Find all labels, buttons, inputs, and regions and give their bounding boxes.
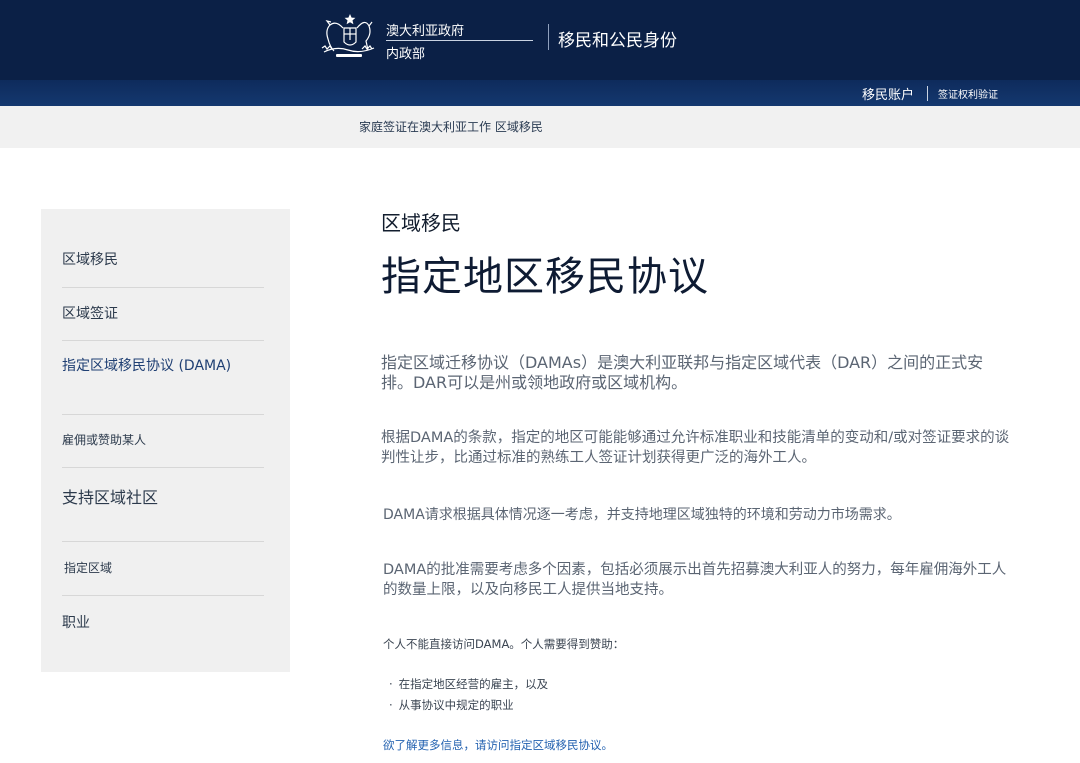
header-divider [548,24,549,50]
sponsor-note: 个人不能直接访问DAMA。个人需要得到赞助： [383,637,625,651]
department-name: 内政部 [386,47,426,62]
sidebar-nav: 区域移民 区域签证 指定区域移民协议 (DAMA) 雇佣或赞助某人 支持区域社区… [41,209,290,672]
list-item: 在指定地区经营的雇主，以及 [389,676,549,692]
logo-divider [386,40,533,41]
paragraph-approval: DAMA的批准需要考虑多个因素，包括必须展示出首先招募澳大利亚人的努力，每年雇佣… [383,562,1007,598]
site-header: 澳大利亚政府 内政部 移民和公民身份 [0,0,1080,80]
more-info-link[interactable]: 欲了解更多信息，请访问指定区域移民协议。 [383,737,613,753]
sidebar-item-designated-areas[interactable]: 指定区域 [64,559,112,576]
paragraph-case-by-case: DAMA请求根据具体情况逐一考虑，并支持地理区域独特的环境和劳动力市场需求。 [383,507,901,523]
breadcrumb-bar: 家庭签证在澳大利亚工作 区域移民 [0,106,1080,148]
government-name: 澳大利亚政府 [386,24,465,39]
sidebar-divider [62,340,264,341]
sidebar-item-employ-sponsor[interactable]: 雇佣或赞助某人 [62,431,146,448]
breadcrumb: 家庭签证在澳大利亚工作 区域移民 [359,118,543,135]
nav-separator [927,86,928,101]
immi-account-link[interactable]: 移民账户 [862,84,914,103]
sidebar-item-regional-visas[interactable]: 区域签证 [62,303,118,323]
sidebar-divider [62,287,264,288]
section-kicker: 区域移民 [381,211,461,235]
sidebar-item-regional-migration[interactable]: 区域移民 [62,249,118,269]
sidebar-item-occupations[interactable]: 职业 [62,612,90,632]
coat-of-arms-icon[interactable] [316,10,382,60]
breadcrumb-item-regional-migration[interactable]: 区域移民 [495,120,543,134]
sidebar-divider [62,467,264,468]
paragraph-terms: 根据DAMA的条款，指定的地区可能能够通过允许标准职业和技能清单的变动和/或对签… [381,430,1010,466]
visa-entitlement-link[interactable]: 签证权利验证 [938,86,998,101]
sidebar-item-dama[interactable]: 指定区域移民协议 (DAMA) [62,355,231,375]
sidebar-item-support-communities[interactable]: 支持区域社区 [62,484,158,508]
breadcrumb-item-family-visa[interactable]: 家庭签证 [359,120,407,134]
top-navbar: 移民账户 签证权利验证 [0,80,1080,106]
sidebar-divider [62,541,264,542]
sidebar-divider [62,595,264,596]
paragraph-intro: 指定区域迁移协议（DAMAs）是澳大利亚联邦与指定区域代表（DAR）之间的正式安… [381,353,984,392]
sidebar-divider [62,414,264,415]
breadcrumb-item-work-in-australia[interactable]: 在澳大利亚工作 [407,120,491,134]
service-title[interactable]: 移民和公民身份 [558,26,677,51]
list-item: 从事协议中规定的职业 [389,697,514,713]
page-title: 指定地区移民协议 [381,254,709,300]
